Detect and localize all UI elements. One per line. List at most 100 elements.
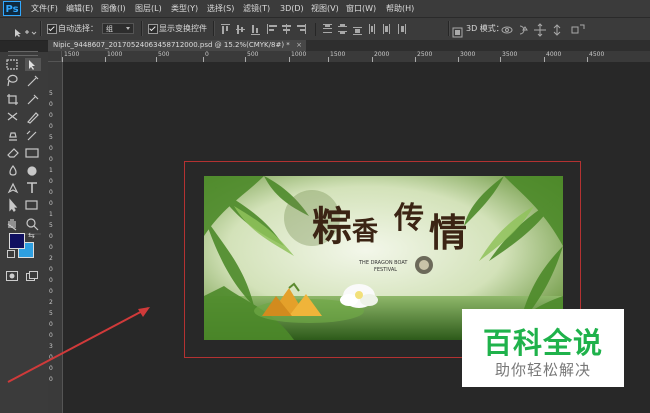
ruler-tick-label: 500 <box>158 51 170 58</box>
menu-help[interactable]: 帮助(H) <box>386 2 414 15</box>
document-tab[interactable]: Nipic_9448607_20170524063458712000.psd @… <box>48 40 306 51</box>
type-tool-icon <box>27 182 37 193</box>
svg-text:情: 情 <box>429 210 467 255</box>
toolbar-grip[interactable] <box>8 51 38 56</box>
ruler-tick-label: 0 <box>49 244 53 251</box>
history-brush-tool-icon <box>26 130 37 141</box>
close-tab-icon[interactable]: × <box>296 40 302 51</box>
pen-tool-icon <box>7 182 19 194</box>
move-tool-preset-icon[interactable] <box>13 23 37 42</box>
auto-select-label: 自动选择： <box>58 24 98 33</box>
swap-colors-icon[interactable]: ⇆ <box>28 231 35 240</box>
auto-select-checkbox[interactable] <box>47 24 57 34</box>
marquee-tool-icon <box>6 59 18 70</box>
3d-mode-icons <box>500 22 615 41</box>
ruler-tick-label: 0 <box>205 51 209 58</box>
align-hcenter-icon <box>282 24 291 34</box>
ruler-tick-label: 0 <box>49 145 53 152</box>
distribute-bottom-icon <box>353 27 362 35</box>
menu-edit[interactable]: 编辑(E) <box>66 2 93 15</box>
ruler-tick-label: 500 <box>247 51 259 58</box>
ruler-tick-label: 1000 <box>291 51 307 58</box>
photoshop-logo: Ps <box>3 1 21 16</box>
menu-image[interactable]: 图像(I) <box>101 2 126 15</box>
show-transform-checkbox[interactable] <box>148 24 158 34</box>
svg-text:FESTIVAL: FESTIVAL <box>374 267 397 273</box>
ruler-tick-label: 0 <box>49 156 53 163</box>
distribute-top-icon <box>323 24 332 33</box>
options-separator <box>141 21 143 36</box>
default-colors-icon[interactable] <box>7 250 15 258</box>
ruler-tick-label: 0 <box>49 277 53 284</box>
menu-layer[interactable]: 图层(L) <box>135 2 162 15</box>
ruler-tick-label: 1 <box>49 167 53 174</box>
menu-file[interactable]: 文件(F) <box>31 2 58 15</box>
ruler-tick-label: 0 <box>49 288 53 295</box>
ruler-tick-label: 1500 <box>64 51 80 58</box>
ruler-tick-label: 4500 <box>589 51 605 58</box>
options-separator <box>213 21 215 36</box>
ruler-tick-label: 0 <box>49 189 53 196</box>
align-vcenter-icon <box>236 25 245 34</box>
ruler-tick-label: 2000 <box>374 51 390 58</box>
drag-3d-icon <box>534 23 546 37</box>
3d-mode-label: 3D 模式： <box>466 24 504 33</box>
ruler-tick-label: 1 <box>49 211 53 218</box>
menu-window[interactable]: 窗口(W) <box>346 2 376 15</box>
orbit-3d-icon <box>501 26 513 34</box>
watermark-title: 百科全说 <box>482 326 603 360</box>
roll-3d-icon <box>519 25 528 35</box>
distribute-vcenter-icon <box>338 24 347 34</box>
dodge-tool-icon <box>27 166 37 176</box>
options-separator <box>40 21 42 36</box>
slide-3d-icon <box>553 24 561 36</box>
ruler-origin[interactable] <box>48 51 62 62</box>
eraser-tool-icon <box>7 148 19 158</box>
auto-select-dropdown[interactable]: 组 <box>102 23 134 34</box>
scale-3d-icon <box>571 24 585 34</box>
menu-3d[interactable]: 3D(D) <box>280 2 304 15</box>
ruler-tick-label: 0 <box>49 101 53 108</box>
ruler-tick-label: 0 <box>49 123 53 130</box>
menu-select[interactable]: 选择(S) <box>207 2 234 15</box>
align-left-icon <box>267 24 277 34</box>
align-top-icon <box>221 24 230 34</box>
align-icons-group <box>219 22 419 41</box>
stamp-tool-icon <box>9 132 17 141</box>
ruler-tick-label: 5 <box>49 90 53 97</box>
ruler-tick-label: 4000 <box>546 51 562 58</box>
ruler-tick-label: 3000 <box>460 51 476 58</box>
annotation-arrow <box>7 307 150 383</box>
options-separator <box>448 21 450 36</box>
ruler-tick-label: 5 <box>49 134 53 141</box>
menu-type[interactable]: 类型(Y) <box>171 2 198 15</box>
menu-filter[interactable]: 滤镜(T) <box>243 2 270 15</box>
ruler-tick-label: 0 <box>49 233 53 240</box>
distribute-right-icon <box>398 24 406 34</box>
align-bottom-icon <box>251 25 260 35</box>
baike-watermark: 百科全说 助你轻松解决 <box>462 309 624 387</box>
menu-view[interactable]: 视图(V) <box>311 2 339 15</box>
ruler-tick-label: 5 <box>49 222 53 229</box>
distribute-left-icon <box>369 24 375 34</box>
eyedropper-tool-icon <box>27 94 39 105</box>
ruler-tick-label: 0 <box>49 112 53 119</box>
foreground-color-swatch[interactable] <box>9 233 25 249</box>
lasso-tool-icon <box>7 74 18 87</box>
distribute-hcenter-icon <box>383 24 390 34</box>
screen-mode-icon[interactable] <box>26 266 38 285</box>
ruler-tick-label: 2 <box>49 255 53 262</box>
shape-tool-icon <box>25 200 38 210</box>
ruler-tick-label: 3500 <box>502 51 518 58</box>
show-transform-label: 显示变换控件 <box>159 24 207 33</box>
quick-mask-icon[interactable] <box>6 266 18 285</box>
healing-brush-tool-icon <box>7 112 18 121</box>
document-tab-title: Nipic_9448607_20170524063458712000.psd @… <box>53 41 290 49</box>
crop-tool-icon <box>7 94 18 105</box>
ruler-tick-label: 1500 <box>330 51 346 58</box>
zoom-tool-icon <box>26 218 36 228</box>
auto-select-value: 组 <box>106 25 113 33</box>
path-select-tool-icon <box>9 198 18 212</box>
svg-text:香: 香 <box>352 217 378 247</box>
brush-tool-icon <box>27 112 39 124</box>
